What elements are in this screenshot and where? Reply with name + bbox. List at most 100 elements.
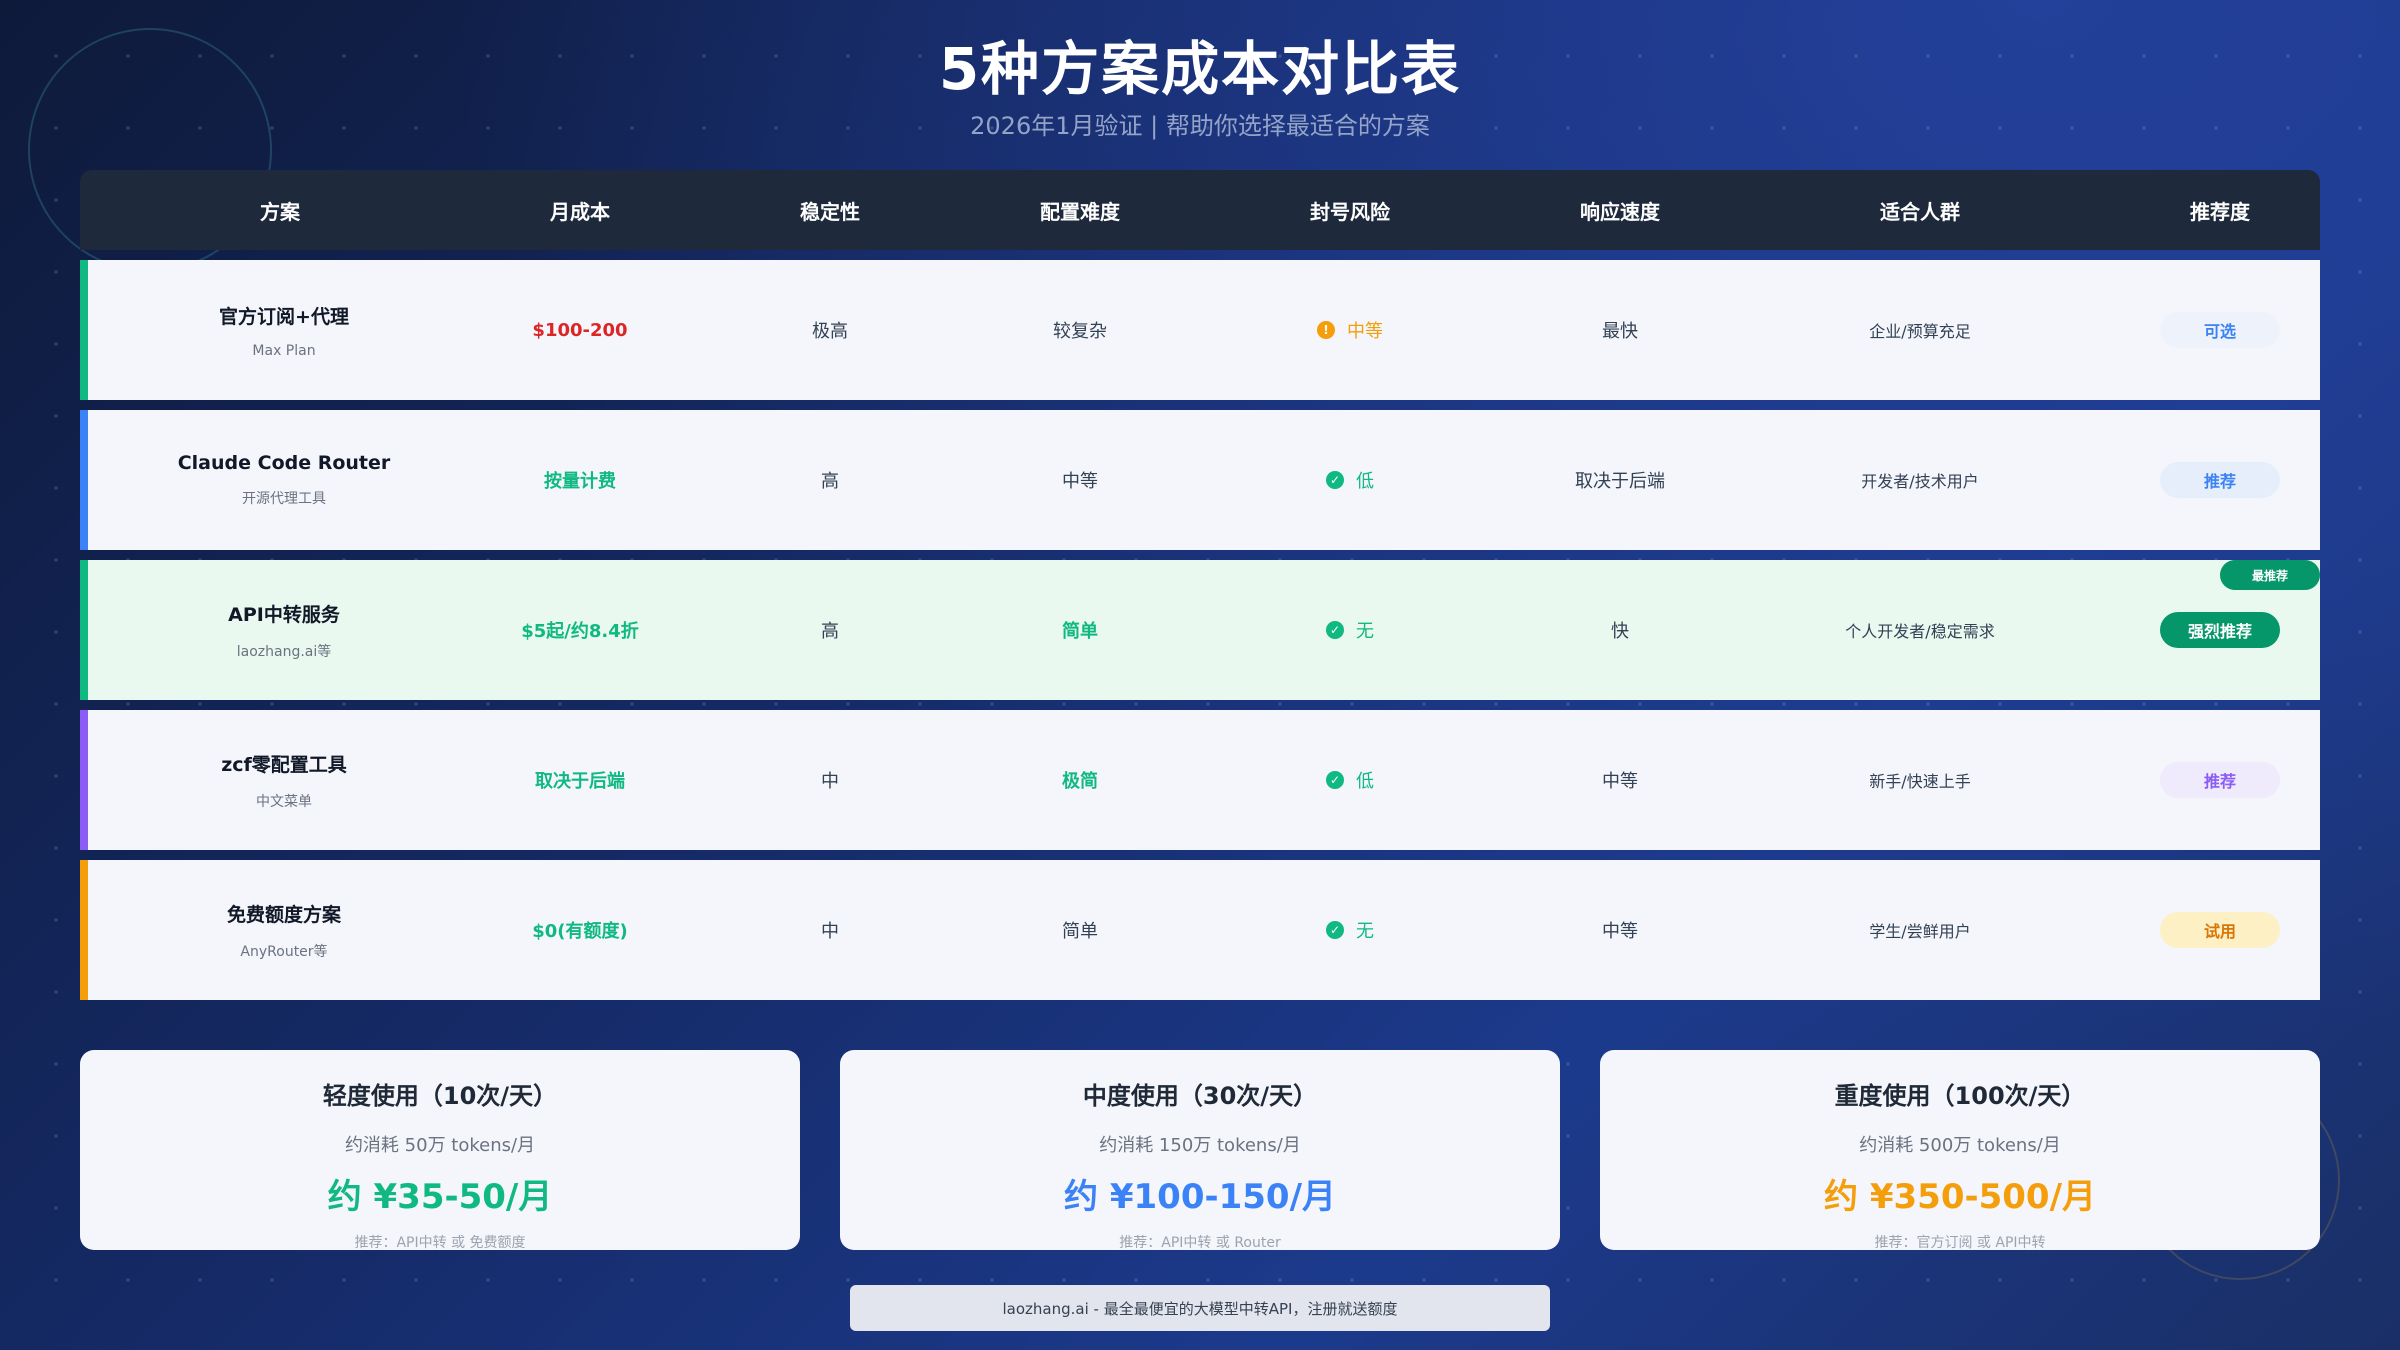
plan-name: API中转服务	[228, 603, 340, 626]
monthly-cost: 按量计费	[544, 471, 616, 492]
header-difficulty: 配置难度	[1040, 199, 1120, 224]
header-speed: 响应速度	[1580, 199, 1660, 224]
recommendation-cell: 推荐	[2120, 462, 2320, 498]
config-difficulty: 中等	[1062, 471, 1098, 492]
header-recommendation: 推荐度	[2190, 199, 2250, 224]
recommendation-badge: 可选	[2160, 312, 2280, 348]
plan-subtitle: 中文菜单	[256, 793, 312, 810]
recommendation-badge: 推荐	[2160, 462, 2280, 498]
plan-name: 官方订阅+代理	[219, 305, 349, 328]
plan-name: zcf零配置工具	[221, 753, 347, 776]
card-usage: 约消耗 500万 tokens/月	[1859, 1135, 2061, 1156]
card-price: 约 ¥100-150/月	[1064, 1177, 1336, 1217]
target-audience: 个人开发者/稳定需求	[1845, 622, 1995, 641]
check-circle-icon: ✓	[1326, 921, 1344, 939]
ban-risk-cell: ✓ 低	[1180, 767, 1520, 793]
recommendation-cell: 强烈推荐	[2120, 612, 2320, 648]
stability: 中	[821, 921, 839, 942]
header-plan: 方案	[260, 199, 300, 224]
card-title: 重度使用（100次/天）	[1834, 1082, 2086, 1110]
ban-risk-label: 中等	[1347, 321, 1383, 342]
header-ban-risk: 封号风险	[1310, 199, 1390, 224]
card-title: 中度使用（30次/天）	[1082, 1082, 1318, 1110]
top-recommended-badge: 最推荐	[2220, 560, 2320, 590]
ban-risk-label: 低	[1356, 471, 1374, 492]
recommendation-badge: 试用	[2160, 912, 2280, 948]
plan-cell: API中转服务 laozhang.ai等	[88, 600, 480, 661]
monthly-cost: $5起/约8.4折	[521, 621, 639, 642]
monthly-cost: 取决于后端	[535, 771, 625, 792]
table-row: API中转服务 laozhang.ai等 $5起/约8.4折高简单 ✓ 无快个人开发者/…	[80, 560, 2320, 700]
table-row: 免费额度方案 AnyRouter等 $0(有额度) 中简单 ✓ 无中等 学生/尝鲜用户 试用	[80, 860, 2320, 1000]
card-price: 约 ¥35-50/月	[327, 1177, 553, 1217]
plan-cell: zcf零配置工具中文菜单	[88, 750, 480, 811]
plan-name: Claude Code Router	[177, 452, 391, 474]
plan-subtitle: AnyRouter等	[240, 943, 328, 960]
monthly-cost: $100-200	[532, 319, 628, 341]
header-audience: 适合人群	[1880, 199, 1960, 224]
usage-card-medium: 中度使用（30次/天） 约消耗 150万 tokens/月 约 ¥100-150…	[840, 1050, 1560, 1251]
card-recommendation: 推荐：API中转 或 免费额度	[354, 1235, 526, 1251]
ban-risk-label: 低	[1356, 771, 1374, 792]
check-circle-icon: ✓	[1326, 471, 1344, 489]
check-circle-icon: ✓	[1326, 621, 1344, 639]
stability: 极高	[812, 321, 848, 342]
card-recommendation: 推荐：API中转 或 Router	[1119, 1235, 1281, 1251]
page-subtitle: 2026年1月验证 | 帮助你选择最适合的方案	[970, 112, 1430, 140]
header-stability: 稳定性	[800, 199, 860, 224]
stability: 中	[821, 771, 839, 792]
stability: 高	[821, 621, 839, 642]
config-difficulty: 较复杂	[1053, 321, 1107, 342]
footer-banner: laozhang.ai - 最全最便宜的大模型中转API，注册就送额度	[850, 1285, 1550, 1331]
response-speed: 中等	[1602, 771, 1638, 792]
header-monthly-cost: 月成本	[550, 199, 610, 224]
plan-name: 免费额度方案	[226, 903, 341, 926]
ban-risk-label: 无	[1356, 921, 1374, 942]
usage-card-heavy: 重度使用（100次/天） 约消耗 500万 tokens/月 约 ¥350-50…	[1600, 1050, 2320, 1251]
card-title: 轻度使用（10次/天）	[322, 1082, 558, 1110]
recommendation-cell: 可选	[2120, 312, 2320, 348]
warning-icon: !	[1317, 321, 1335, 339]
config-difficulty: 极简	[1062, 771, 1098, 792]
plan-subtitle: 开源代理工具	[242, 491, 326, 507]
config-difficulty: 简单	[1062, 621, 1098, 642]
check-circle-icon: ✓	[1326, 771, 1344, 789]
plan-subtitle: Max Plan	[252, 342, 316, 359]
usage-card-light: 轻度使用（10次/天） 约消耗 50万 tokens/月 约 ¥35-50/月 …	[80, 1050, 800, 1251]
recommendation-badge: 推荐	[2160, 762, 2280, 798]
table-row: zcf零配置工具 中文菜单 取决于后端中极简 ✓ 低中等 新手/快速上手 推荐	[80, 710, 2320, 850]
recommendation-cell: 试用	[2120, 912, 2320, 948]
usage-cards: 轻度使用（10次/天） 约消耗 50万 tokens/月 约 ¥35-50/月 …	[80, 1050, 2320, 1251]
card-usage: 约消耗 150万 tokens/月	[1099, 1135, 1301, 1156]
response-speed: 最快	[1602, 321, 1638, 342]
ban-risk-label: 无	[1356, 621, 1374, 642]
plan-cell: 官方订阅+代理 Max Plan	[88, 302, 480, 359]
plan-subtitle: laozhang.ai等	[236, 643, 332, 660]
table-row: 官方订阅+代理 Max Plan $100-200 极高 较复杂! 中等 最快 企业/预算充足…	[80, 260, 2320, 400]
card-usage: 约消耗 50万 tokens/月	[344, 1135, 536, 1156]
table-header: 方案 月成本 稳定性 配置难度 封号风险 响应速度 适合人群 推荐度	[80, 170, 2320, 250]
response-speed: 中等	[1602, 921, 1638, 942]
ban-risk-cell: ! 中等	[1180, 317, 1520, 343]
monthly-cost: $0(有额度)	[532, 921, 628, 942]
response-speed: 取决于后端	[1575, 471, 1665, 492]
comparison-table: 方案 月成本 稳定性 配置难度 封号风险 响应速度 适合人群 推荐度 官方订阅+…	[80, 170, 2320, 1000]
response-speed: 快	[1611, 621, 1629, 642]
recommendation-cell: 推荐	[2120, 762, 2320, 798]
ban-risk-cell: ✓ 无	[1180, 917, 1520, 943]
config-difficulty: 简单	[1062, 921, 1098, 942]
card-recommendation: 推荐：官方订阅 或 API中转	[1874, 1235, 2046, 1251]
target-audience: 开发者/技术用户	[1861, 472, 1979, 491]
target-audience: 学生/尝鲜用户	[1869, 922, 1971, 941]
card-price: 约 ¥350-500/月	[1824, 1177, 2096, 1217]
table-row: Claude Code Router 开源代理工具 按量计费高中等 ✓ 低取决于后端 开发…	[80, 410, 2320, 550]
stability: 高	[821, 471, 839, 492]
recommendation-badge: 强烈推荐	[2160, 612, 2280, 648]
page-title: 5种方案成本对比表	[938, 35, 1462, 103]
plan-cell: Claude Code Router 开源代理工具	[88, 452, 480, 508]
plan-cell: 免费额度方案 AnyRouter等	[88, 900, 480, 961]
target-audience: 企业/预算充足	[1869, 322, 1971, 341]
target-audience: 新手/快速上手	[1869, 772, 1971, 791]
ban-risk-cell: ✓ 无	[1180, 617, 1520, 643]
ban-risk-cell: ✓ 低	[1180, 467, 1520, 493]
